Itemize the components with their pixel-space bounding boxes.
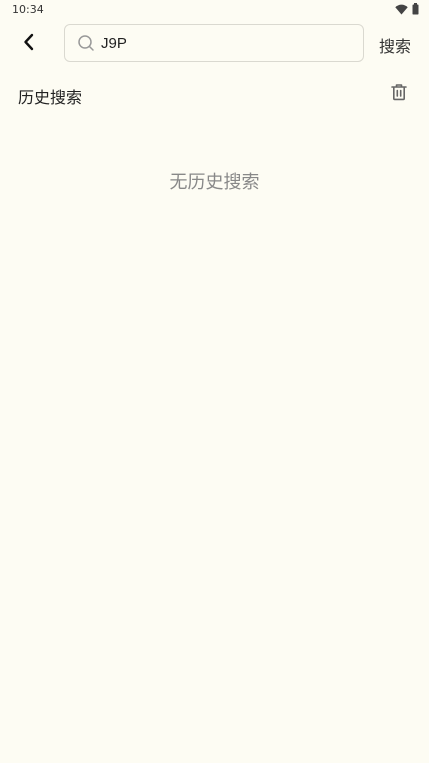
battery-icon (412, 3, 419, 15)
wifi-icon (395, 4, 408, 15)
empty-history-text: 无历史搜索 (169, 172, 260, 193)
chevron-left-icon (22, 33, 36, 55)
history-title: 历史搜索 (18, 88, 83, 107)
search-input[interactable] (101, 34, 341, 52)
trash-icon (390, 83, 408, 105)
history-header: 历史搜索 (0, 80, 429, 110)
search-icon (77, 34, 95, 52)
status-bar: 10:34 (0, 0, 429, 20)
search-box[interactable] (64, 24, 364, 62)
status-time: 10:34 (12, 3, 44, 16)
clear-history-button[interactable] (389, 84, 409, 104)
status-icons (395, 3, 419, 15)
search-row: 搜索 (0, 22, 429, 66)
search-button[interactable]: 搜索 (379, 33, 411, 57)
back-button[interactable] (14, 30, 44, 58)
